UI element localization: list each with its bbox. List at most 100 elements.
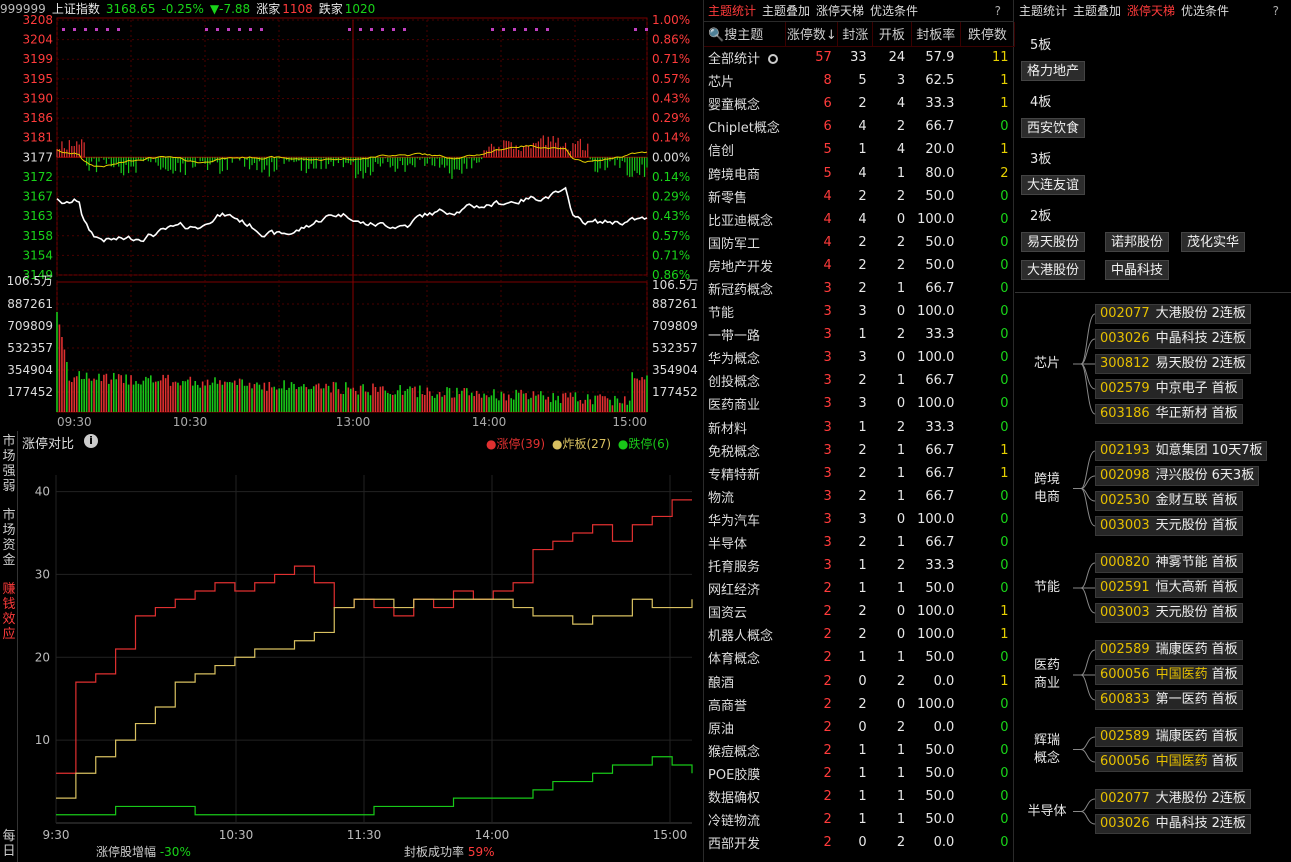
table-row[interactable]: 托育服务 3 1 2 33.3 0 [704,554,1015,577]
table-row[interactable]: 国防军工 4 2 2 50.0 0 [704,231,1015,254]
ladder-stock-chip[interactable]: 大连友谊 [1021,175,1086,195]
summary-row[interactable]: 全部统计 57 33 24 57.9 11 [704,46,1015,69]
ladder-stock-row[interactable]: 002077 大港股份 2连板 [1095,304,1251,324]
stock-code: 002077 [1100,306,1150,321]
tab-limit-ladder[interactable]: 涨停天梯 [816,4,864,18]
table-row[interactable]: 酿酒 2 0 2 0.0 1 [704,670,1015,693]
table-row[interactable]: 新冠药概念 3 2 1 66.7 0 [704,277,1015,300]
ladder-stock-row[interactable]: 003003 天元股份 首板 [1095,516,1243,536]
table-row[interactable]: 原油 2 0 2 0.0 0 [704,716,1015,739]
volume-tick-label: 532357 [7,341,53,355]
col-seal-rate[interactable]: 封板率 [911,22,961,47]
table-row[interactable]: 节能 3 3 0 100.0 0 [704,300,1015,323]
ladder-stock-chip[interactable]: 西安饮食 [1021,118,1086,138]
table-row[interactable]: 芯片 8 5 3 62.5 1 [704,69,1015,92]
signal-marker [117,28,120,31]
table-row[interactable]: 华为概念 3 3 0 100.0 0 [704,346,1015,369]
table-row[interactable]: 数据确权 2 1 1 50.0 0 [704,785,1015,808]
tab-limit-ladder[interactable]: 涨停天梯 [1127,4,1175,18]
table-row[interactable]: Chiplet概念 6 4 2 66.7 0 [704,115,1015,138]
col-sealed[interactable]: 封涨 [837,22,874,47]
tab-theme-overlay[interactable]: 主题叠加 [762,4,810,18]
table-row[interactable]: 比亚迪概念 4 4 0 100.0 0 [704,208,1015,231]
seal-rate: 100.0 [917,396,955,412]
help-icon[interactable]: ? [995,0,1001,22]
x-tick-label: 15:00 [653,828,688,842]
y-tick-label: 20 [35,650,50,664]
tab-theme-overlay[interactable]: 主题叠加 [1073,4,1121,18]
table-row[interactable]: 猴痘概念 2 1 1 50.0 0 [704,739,1015,762]
ladder-stock-chip[interactable]: 格力地产 [1021,61,1086,81]
ladder-stock-row[interactable]: 002579 中京电子 首板 [1095,379,1243,399]
seal-rate: 0.0 [933,835,955,851]
sealed-count: 2 [858,604,867,620]
price-tick-label: 3167 [22,190,53,204]
ladder-stock-row[interactable]: 000820 神雾节能 首板 [1095,553,1243,573]
table-row[interactable]: 新材料 3 1 2 33.3 0 [704,416,1015,439]
help-icon[interactable]: ? [1273,0,1279,22]
table-row[interactable]: 新零售 4 2 2 50.0 0 [704,185,1015,208]
table-row[interactable]: 免税概念 3 2 1 66.7 1 [704,439,1015,462]
theme-name: 房地产开发 [708,259,774,275]
table-row[interactable]: 婴童概念 6 2 4 33.3 1 [704,92,1015,115]
col-limit-up[interactable]: 涨停数↓ [785,22,839,47]
ladder-stock-row[interactable]: 600833 第一医药 首板 [1095,690,1243,710]
theme-table: 🔍搜主题 涨停数↓ 封涨 开板 封板率 跌停数 全部统计 57 33 24 57… [704,22,1016,854]
table-row[interactable]: 一带一路 3 1 2 33.3 0 [704,323,1015,346]
table-row[interactable]: 体育概念 2 1 1 50.0 0 [704,646,1015,669]
ladder-stock-row[interactable]: 603186 华正新材 首板 [1095,404,1243,424]
table-row[interactable]: 半导体 3 2 1 66.7 0 [704,531,1015,554]
limit-compare-chart[interactable]: 40 30 20 10 9:30 10:30 11:30 14:00 15:00 [0,431,702,862]
col-limit-down[interactable]: 跌停数 [960,22,1016,47]
ladder-stock-row[interactable]: 002098 浔兴股份 6天3板 [1095,466,1260,486]
table-row[interactable]: 信创 5 1 4 20.0 1 [704,138,1015,161]
ladder-stock-row[interactable]: 002589 瑞康医药 首板 [1095,640,1243,660]
ladder-stock-row[interactable]: 002193 如意集团 10天7板 [1095,441,1268,461]
ladder-stock-chip[interactable]: 茂化实华 [1181,232,1246,252]
table-row[interactable]: 物流 3 2 1 66.7 0 [704,485,1015,508]
ladder-stock-row[interactable]: 003026 中晶科技 2连板 [1095,814,1251,834]
ladder-stock-chip[interactable]: 中晶科技 [1105,260,1170,280]
ladder-stock-chip[interactable]: 易天股份 [1021,232,1086,252]
tab-theme-stat[interactable]: 主题统计 [708,4,756,18]
table-row[interactable]: 跨境电商 5 4 1 80.0 2 [704,161,1015,184]
table-row[interactable]: 医药商业 3 3 0 100.0 0 [704,392,1015,415]
ladder-stock-row[interactable]: 003003 天元股份 首板 [1095,603,1243,623]
ladder-stock-row[interactable]: 003026 中晶科技 2连板 [1095,329,1251,349]
table-row[interactable]: 高商誉 2 2 0 100.0 0 [704,693,1015,716]
col-opened[interactable]: 开板 [872,22,912,47]
tab-theme-stat[interactable]: 主题统计 [1019,4,1067,18]
ladder-stock-chip[interactable]: 诺邦股份 [1105,232,1170,252]
signal-marker [513,28,516,31]
table-row[interactable]: POE胶膜 2 1 1 50.0 0 [704,762,1015,785]
limit-ladder-panel: 主题统计 主题叠加 涨停天梯 优选条件 ? 5板 格力地产 4板 西安饮食 3板 大连友谊 2板易… [1015,0,1291,862]
table-header: 🔍搜主题 涨停数↓ 封涨 开板 封板率 跌停数 [704,22,1016,47]
ladder-stock-row[interactable]: 002589 瑞康医药 首板 [1095,727,1243,747]
tab-preferred[interactable]: 优选条件 [1181,4,1229,18]
ladder-stock-row[interactable]: 002530 金财互联 首板 [1095,491,1243,511]
sealed-count: 3 [858,396,867,412]
table-row[interactable]: 华为汽车 3 3 0 100.0 0 [704,508,1015,531]
table-row[interactable]: 国资云 2 2 0 100.0 1 [704,600,1015,623]
table-row[interactable]: 西部开发 2 0 2 0.0 0 [704,831,1015,854]
search-theme-header[interactable]: 🔍搜主题 [704,22,787,47]
ladder-stock-row[interactable]: 002077 大港股份 2连板 [1095,789,1251,809]
time-tick-label: 14:00 [472,415,507,429]
table-row[interactable]: 机器人概念 2 2 0 100.0 1 [704,623,1015,646]
radio-icon[interactable] [768,54,779,65]
table-row[interactable]: 房地产开发 4 2 2 50.0 0 [704,254,1015,277]
ladder-stock-row[interactable]: 600056 中国医药 首板 [1095,752,1243,772]
table-row[interactable]: 专精特新 3 2 1 66.7 1 [704,462,1015,485]
ladder-stock-row[interactable]: 002591 恒大高新 首板 [1095,578,1243,598]
board-count: 首板 [1211,667,1238,682]
intraday-chart[interactable]: 3208 1.00%3204 0.86%3199 0.71%3195 0.57%3190… [0,0,702,430]
table-row[interactable]: 网红经济 2 1 1 50.0 0 [704,577,1015,600]
ladder-stock-row[interactable]: 300812 易天股份 2连板 [1095,354,1251,374]
table-row[interactable]: 创投概念 3 2 1 66.7 0 [704,369,1015,392]
ladder-stock-chip[interactable]: 大港股份 [1021,260,1086,280]
tab-preferred[interactable]: 优选条件 [870,4,918,18]
limit-up-count: 4 [823,188,832,204]
theme-name: 冷链物流 [708,814,761,830]
table-row[interactable]: 冷链物流 2 1 1 50.0 0 [704,808,1015,831]
ladder-stock-row[interactable]: 600056 中国医药 首板 [1095,665,1243,685]
